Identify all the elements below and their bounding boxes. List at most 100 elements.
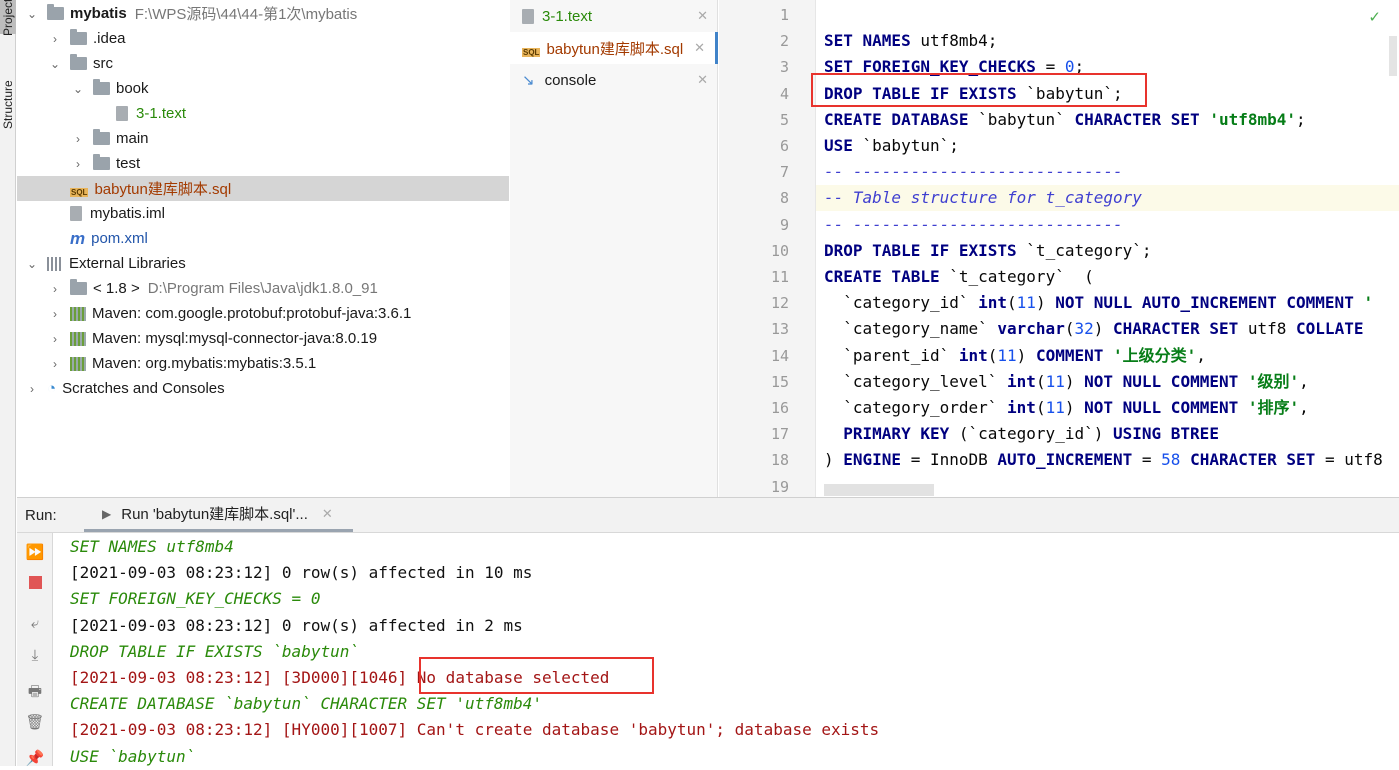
line-number: 2 [779,32,789,51]
editor-tab[interactable]: ↘ console ✕ [510,64,718,96]
rerun-icon[interactable]: ⏩ [25,543,45,561]
tree-item[interactable]: ⌄ mybatis F:\WPS源码\44\44-第1次\mybatis [17,1,509,26]
code-token: = [1141,450,1162,470]
print-icon[interactable]: 🖶 [25,681,45,706]
console-query: SET NAMES utf8mb4 [70,537,234,556]
editor-tab-label: babytun建库脚本.sql [546,40,684,58]
line-number: 10 [770,241,789,260]
code-token: varchar [997,319,1065,339]
editor-tabs: 3-1.text ✕ SQL babytun建库脚本.sql ✕ ↘ console ✕ [510,0,718,497]
code-token: 58 [1161,450,1181,470]
tree-item-path: F:\WPS源码\44\44-第1次\mybatis [134,6,358,23]
tree-item[interactable]: › < 1.8 > D:\Program Files\Java\jdk1.8.0_9… [17,276,509,301]
code-line: PRIMARY KEY (`category_id`) USING BTREE [824,421,1219,447]
chevron-right-icon[interactable]: › [25,382,39,396]
tree-item[interactable]: ⌄ book [17,76,509,101]
editor-tab[interactable]: SQL babytun建库脚本.sql ✕ [510,32,718,64]
close-tab-icon[interactable]: ✕ [694,40,705,56]
tree-item[interactable]: m pom.xml [17,226,509,251]
scratches-icon: ◔ [47,380,57,397]
chevron-right-icon[interactable]: › [71,157,85,171]
line-number: 15 [770,372,789,391]
tree-item[interactable]: › Maven: mysql:mysql-connector-java:8.0.1… [17,326,509,351]
highlight-box-error [419,657,654,694]
sql-file-icon: SQL [70,188,89,197]
chevron-right-icon[interactable]: › [48,307,62,321]
stop-icon[interactable] [25,573,45,592]
tree-item[interactable]: ⌄ src [17,51,509,76]
run-tab[interactable]: ▶ Run 'babytun建库脚本.sql'... ✕ [84,498,353,532]
chevron-right-icon[interactable]: › [48,282,62,296]
code-token: `category_level` [824,371,1008,391]
line-number: 5 [779,110,789,129]
code-token: `t_category`; [1026,240,1152,260]
close-tab-icon[interactable]: ✕ [697,72,708,88]
tree-item[interactable]: › Maven: org.mybatis:mybatis:3.5.1 [17,351,509,376]
code-token: 11 [1016,293,1036,313]
code-token: COMMENT [1035,345,1113,365]
line-number: 13 [770,320,789,339]
code-token: '上级分类' [1113,345,1197,365]
close-icon[interactable]: ✕ [322,506,333,522]
code-token: CHARACTER SET [1113,319,1248,339]
tree-item[interactable]: › main [17,126,509,151]
tree-item[interactable]: › Maven: com.google.protobuf:protobuf-jav… [17,301,509,326]
code-token: CREATE TABLE [824,267,950,286]
maven-lib-icon [70,306,86,321]
run-label: Run: [25,507,57,524]
code-token: CHARACTER SET [1074,109,1210,129]
code-token: CREATE DATABASE [824,109,979,129]
code-line: `category_id` int(11) NOT NULL AUTO_INCR… [824,290,1373,316]
tree-item[interactable]: › .idea [17,26,509,51]
editor-tab[interactable]: 3-1.text ✕ [510,0,718,32]
structure-tool-tab[interactable]: Structure [0,62,16,148]
tree-item-label: Maven: com.google.protobuf:protobuf-java… [92,305,412,322]
console-query: DROP TABLE IF EXISTS `babytun` [70,641,359,661]
tree-item[interactable]: SQL babytun建库脚本.sql [17,176,509,201]
code-token: SET NAMES [824,31,921,51]
chevron-right-icon[interactable]: › [48,332,62,346]
chevron-down-icon[interactable]: ⌄ [48,57,62,71]
run-console[interactable]: ⏩ ⤶ ⤓ 🖶 🗑 📌 SET NAMES utf8mb4 [2021-09-03… [17,533,1399,767]
chevron-down-icon[interactable]: ⌄ [71,82,85,96]
tree-item-path: D:\Program Files\Java\jdk1.8.0_91 [147,280,378,297]
tree-item[interactable]: ⌄ External Libraries [17,251,509,276]
code-token: , [1196,345,1206,365]
code-line: ) ENGINE = InnoDB AUTO_INCREMENT = 58 CH… [824,447,1383,473]
vertical-scrollbar[interactable] [1389,36,1397,76]
line-number: 8 [779,189,789,208]
jdk-icon [70,279,87,295]
maven-lib-icon [70,331,86,346]
code-token: `category_order` [824,398,1008,417]
project-tool-tab[interactable]: Project [0,0,16,36]
chevron-down-icon[interactable]: ⌄ [25,257,39,271]
chevron-right-icon[interactable]: › [71,132,85,146]
pin-icon[interactable]: 📌 [25,749,45,767]
tree-item[interactable]: › test [17,151,509,176]
line-number: 6 [779,137,789,155]
tree-item[interactable]: mybatis.iml [17,201,509,226]
tree-item[interactable]: › ◔ Scratches and Consoles [17,376,509,401]
code-line: `category_level` int(11) NOT NULL COMMEN… [824,369,1309,395]
line-number: 11 [770,268,789,286]
code-token: COLLATE [1296,319,1364,339]
iml-file-icon [70,206,82,221]
chevron-right-icon[interactable]: › [48,357,62,371]
scroll-to-end-icon[interactable]: ⤓ [25,647,45,664]
tree-item-label: 3-1.text [136,105,187,122]
left-tool-strip: Project Structure [0,0,16,766]
chevron-down-icon[interactable]: ⌄ [25,7,39,21]
code-token: `babytun` [978,109,1075,129]
code-token: DROP TABLE IF EXISTS [824,240,1027,260]
code-token: -- ---------------------------- [824,162,1123,182]
chevron-right-icon[interactable]: › [48,32,62,46]
line-number: 18 [770,451,789,470]
structure-tab-label: Structure [1,80,15,130]
horizontal-scrollbar[interactable] [824,484,934,496]
line-number: 3 [779,58,789,77]
tree-item-label: pom.xml [91,230,148,247]
soft-wrap-icon[interactable]: ⤶ [25,615,45,632]
close-tab-icon[interactable]: ✕ [697,8,708,24]
trash-icon[interactable]: 🗑 [25,713,45,731]
tree-item[interactable]: 3-1.text [17,101,509,126]
